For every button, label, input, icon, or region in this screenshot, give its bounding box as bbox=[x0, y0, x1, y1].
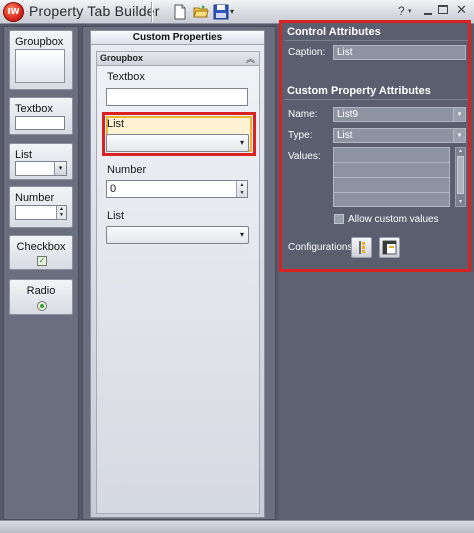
values-scrollbar[interactable]: ▲ ▼ bbox=[455, 147, 466, 207]
divider bbox=[285, 99, 468, 100]
list2-field-combo[interactable]: ▾ bbox=[106, 226, 249, 244]
tool-groupbox-label: Groupbox bbox=[15, 36, 64, 48]
scroll-thumb[interactable] bbox=[457, 156, 464, 194]
title-separator bbox=[151, 2, 152, 22]
properties-empty-area bbox=[279, 272, 474, 520]
maximize-button[interactable] bbox=[438, 5, 448, 14]
quick-access-dropdown-icon[interactable]: ▾ bbox=[230, 7, 238, 17]
type-combo[interactable]: List ▾ bbox=[333, 128, 466, 143]
scroll-up-icon[interactable]: ▲ bbox=[456, 148, 465, 155]
stepper-buttons[interactable]: ▲ ▼ bbox=[236, 181, 247, 197]
help-dropdown-icon[interactable]: ▾ bbox=[408, 7, 412, 15]
properties-panel: Control Attributes Caption: List Custom … bbox=[279, 20, 471, 272]
list-field-label: List bbox=[107, 118, 125, 130]
custom-property-attributes-heading: Custom Property Attributes bbox=[287, 85, 431, 97]
list-preview-icon: ▾ bbox=[15, 161, 67, 176]
close-button[interactable]: ✕ bbox=[456, 2, 467, 18]
control-attributes-heading: Control Attributes bbox=[287, 26, 381, 38]
chevron-down-icon: ▾ bbox=[453, 108, 465, 121]
app-logo[interactable]: IW bbox=[3, 2, 24, 22]
spin-down-icon[interactable]: ▼ bbox=[237, 189, 247, 197]
values-row[interactable] bbox=[334, 193, 449, 208]
tool-number-label: Number bbox=[15, 192, 55, 204]
textbox-field-input[interactable] bbox=[106, 88, 248, 106]
tool-checkbox[interactable]: Checkbox ✓ bbox=[9, 235, 73, 270]
number-field-value: 0 bbox=[110, 183, 117, 195]
open-folder-icon[interactable] bbox=[193, 4, 209, 20]
tool-list-label: List bbox=[15, 149, 33, 161]
tool-number[interactable]: Number ▲ ▼ bbox=[9, 186, 73, 228]
collapse-icon[interactable]: ︽ bbox=[246, 52, 255, 65]
spin-up-icon[interactable]: ▲ bbox=[237, 181, 247, 189]
scroll-down-icon[interactable]: ▼ bbox=[456, 199, 465, 206]
new-document-icon[interactable] bbox=[172, 4, 188, 20]
chevron-down-icon: ▾ bbox=[453, 129, 465, 142]
values-list[interactable] bbox=[333, 147, 450, 207]
list-field-combo[interactable]: ▾ bbox=[106, 134, 249, 152]
allow-custom-values-checkbox[interactable] bbox=[334, 214, 344, 224]
tool-radio-label: Radio bbox=[26, 285, 56, 297]
name-combo[interactable]: List9 ▾ bbox=[333, 107, 466, 122]
caption-label: Caption: bbox=[288, 47, 326, 58]
groupbox-header: Groupbox ︽ bbox=[97, 52, 259, 66]
number-field-stepper[interactable]: 0 ▲ ▼ bbox=[106, 180, 248, 198]
status-bar bbox=[0, 520, 474, 533]
tool-checkbox-label: Checkbox bbox=[16, 241, 66, 253]
groupbox-preview-icon bbox=[15, 49, 65, 83]
configuration-list-icon bbox=[359, 241, 365, 254]
save-icon[interactable] bbox=[213, 4, 229, 20]
tool-radio[interactable]: Radio bbox=[9, 279, 73, 315]
values-row[interactable] bbox=[334, 148, 449, 163]
tool-groupbox[interactable]: Groupbox bbox=[9, 30, 73, 90]
configuration-table-icon bbox=[382, 240, 397, 255]
radio-preview-icon bbox=[37, 301, 47, 311]
custom-properties-title: Custom Properties bbox=[91, 31, 264, 45]
values-row[interactable] bbox=[334, 178, 449, 193]
values-label: Values: bbox=[288, 151, 321, 162]
spinner-icon: ▲ ▼ bbox=[56, 206, 66, 219]
name-value: List9 bbox=[337, 109, 359, 120]
tool-list[interactable]: List ▾ bbox=[9, 143, 73, 180]
allow-custom-values-label: Allow custom values bbox=[348, 214, 439, 225]
configurations-label: Configurations: bbox=[288, 242, 356, 253]
values-row[interactable] bbox=[334, 163, 449, 178]
number-field-label: Number bbox=[107, 164, 147, 176]
type-value: List bbox=[337, 130, 353, 141]
divider bbox=[285, 40, 468, 41]
window-title: Property Tab Builder bbox=[29, 3, 160, 19]
caption-input[interactable]: List bbox=[333, 45, 466, 60]
checkbox-preview-icon: ✓ bbox=[37, 256, 47, 266]
configurations-list-button[interactable] bbox=[351, 237, 372, 258]
name-label: Name: bbox=[288, 109, 318, 120]
chevron-down-icon: ▾ bbox=[239, 230, 244, 239]
configurations-table-button[interactable] bbox=[379, 237, 400, 258]
toolbox-panel: Groupbox Textbox List ▾ Number ▲ ▼ Check… bbox=[3, 26, 79, 520]
help-button[interactable]: ? bbox=[398, 4, 405, 18]
chevron-down-icon: ▾ bbox=[54, 162, 66, 175]
tool-textbox-label: Textbox bbox=[15, 103, 53, 115]
textbox-preview-icon bbox=[15, 116, 65, 130]
list2-field-label: List bbox=[107, 210, 125, 222]
number-preview-icon: ▲ ▼ bbox=[15, 205, 67, 220]
textbox-field-label: Textbox bbox=[107, 71, 145, 83]
minimize-button[interactable] bbox=[421, 2, 435, 20]
chevron-down-icon: ▾ bbox=[239, 138, 244, 147]
tool-textbox[interactable]: Textbox bbox=[9, 97, 73, 135]
type-label: Type: bbox=[288, 130, 313, 141]
groupbox-title: Groupbox bbox=[100, 53, 143, 63]
